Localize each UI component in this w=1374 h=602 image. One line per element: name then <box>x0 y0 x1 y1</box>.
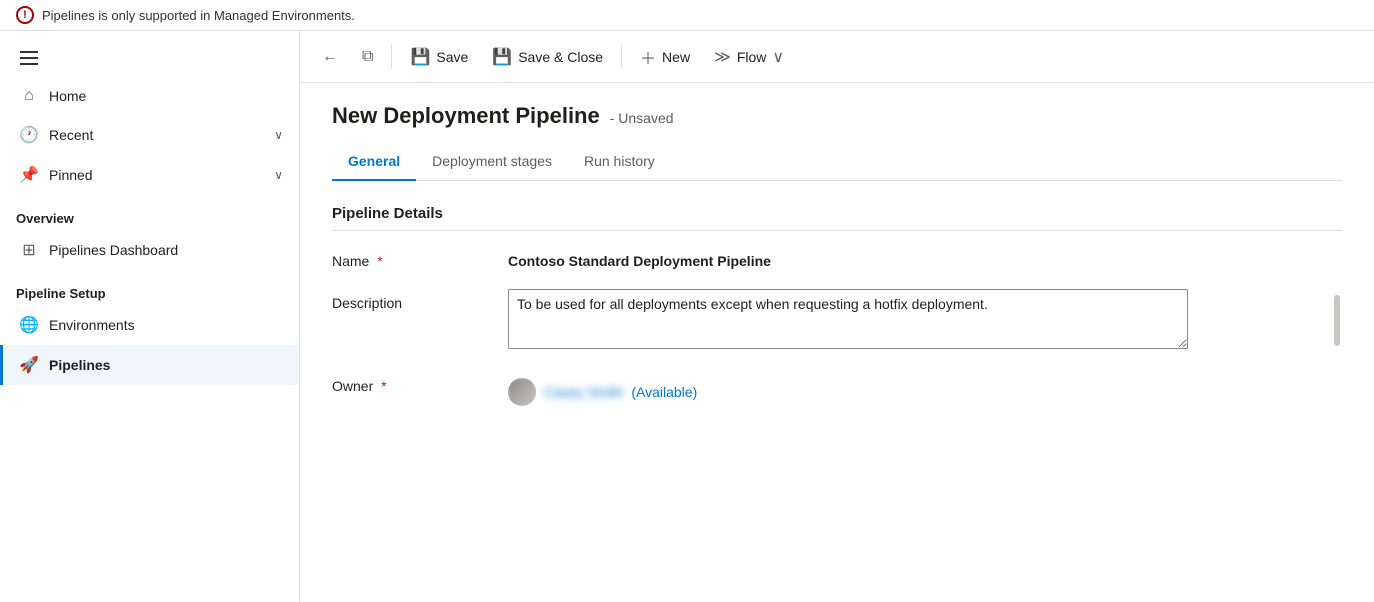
sidebar-header <box>0 31 299 77</box>
toolbar-separator-2 <box>621 45 622 69</box>
description-textarea-wrapper <box>508 289 1342 352</box>
hamburger-button[interactable] <box>16 47 42 69</box>
sidebar: ⌂ Home 🕐 Recent ∨ 📌 Pinned ∨ Overview ⊞ … <box>0 31 300 602</box>
section-pipeline-setup-label: Pipeline Setup <box>0 270 299 305</box>
recent-icon: 🕐 <box>19 125 39 145</box>
owner-row: Owner * Casey Smith (Available) <box>332 372 1342 406</box>
description-textarea[interactable] <box>508 289 1188 349</box>
page-title-row: New Deployment Pipeline - Unsaved <box>332 103 1342 129</box>
name-row: Name * Contoso Standard Deployment Pipel… <box>332 247 1342 269</box>
page-content: New Deployment Pipeline - Unsaved Genera… <box>300 83 1374 602</box>
flow-button[interactable]: ≫ Flow ∨ <box>704 41 794 73</box>
save-close-label: Save & Close <box>518 49 603 65</box>
flow-label: Flow <box>737 49 767 65</box>
sidebar-item-pinned[interactable]: 📌 Pinned ∨ <box>0 155 299 195</box>
owner-value: Casey Smith (Available) <box>508 372 697 406</box>
popout-icon: ⧉ <box>362 48 373 66</box>
dashboard-icon: ⊞ <box>19 240 39 260</box>
warning-banner: ! Pipelines is only supported in Managed… <box>0 0 1374 31</box>
save-close-button[interactable]: 💾 Save & Close <box>482 41 613 73</box>
name-value: Contoso Standard Deployment Pipeline <box>508 247 1342 269</box>
section-overview-label: Overview <box>0 195 299 230</box>
popout-button[interactable]: ⧉ <box>352 42 383 72</box>
main-layout: ⌂ Home 🕐 Recent ∨ 📌 Pinned ∨ Overview ⊞ … <box>0 31 1374 602</box>
scrollbar[interactable] <box>1334 295 1340 346</box>
owner-status: (Available) <box>631 384 697 400</box>
back-icon: ← <box>322 48 338 66</box>
globe-icon: 🌐 <box>19 315 39 335</box>
pipeline-details-title: Pipeline Details <box>332 205 1342 231</box>
new-button[interactable]: ＋ New <box>630 39 700 75</box>
home-icon: ⌂ <box>19 87 39 105</box>
chevron-down-icon: ∨ <box>772 47 784 67</box>
sidebar-item-environments[interactable]: 🌐 Environments <box>0 305 299 345</box>
tab-deployment-stages[interactable]: Deployment stages <box>416 145 568 181</box>
toolbar-separator <box>391 45 392 69</box>
owner-label: Owner * <box>332 372 492 394</box>
save-icon: 💾 <box>410 47 430 67</box>
sidebar-item-pipelines-dashboard[interactable]: ⊞ Pipelines Dashboard <box>0 230 299 270</box>
description-row: Description <box>332 289 1342 352</box>
warning-icon: ! <box>16 6 34 24</box>
page-subtitle: - Unsaved <box>610 110 674 126</box>
sidebar-item-label: Pinned <box>49 167 264 183</box>
back-button[interactable]: ← <box>312 42 348 72</box>
name-label: Name * <box>332 247 492 269</box>
avatar <box>508 378 536 406</box>
required-indicator: * <box>377 253 382 269</box>
required-indicator: * <box>381 378 386 394</box>
tabs: General Deployment stages Run history <box>332 145 1342 181</box>
warning-text: Pipelines is only supported in Managed E… <box>42 8 355 23</box>
sidebar-item-label: Home <box>49 88 283 104</box>
sidebar-item-label: Recent <box>49 127 264 143</box>
page-title: New Deployment Pipeline <box>332 103 600 129</box>
flow-icon: ≫ <box>714 47 731 67</box>
sidebar-item-recent[interactable]: 🕐 Recent ∨ <box>0 115 299 155</box>
page-header: New Deployment Pipeline - Unsaved Genera… <box>300 83 1374 181</box>
rocket-icon: 🚀 <box>19 355 39 375</box>
save-label: Save <box>436 49 468 65</box>
description-label: Description <box>332 289 492 311</box>
sidebar-item-label: Pipelines <box>49 357 283 373</box>
owner-name: Casey Smith <box>544 384 623 400</box>
new-label: New <box>662 49 690 65</box>
toolbar: ← ⧉ 💾 Save 💾 Save & Close ＋ New ≫ Flow <box>300 31 1374 83</box>
chevron-down-icon: ∨ <box>274 168 283 182</box>
plus-icon: ＋ <box>640 45 656 69</box>
content-area: ← ⧉ 💾 Save 💾 Save & Close ＋ New ≫ Flow <box>300 31 1374 602</box>
chevron-down-icon: ∨ <box>274 128 283 142</box>
save-button[interactable]: 💾 Save <box>400 41 478 73</box>
tab-general[interactable]: General <box>332 145 416 181</box>
sidebar-item-label: Pipelines Dashboard <box>49 242 283 258</box>
sidebar-item-label: Environments <box>49 317 283 333</box>
form-content: Pipeline Details Name * Contoso Standard… <box>300 181 1374 450</box>
sidebar-item-home[interactable]: ⌂ Home <box>0 77 299 115</box>
sidebar-item-pipelines[interactable]: 🚀 Pipelines <box>0 345 299 385</box>
save-close-icon: 💾 <box>492 47 512 67</box>
tab-run-history[interactable]: Run history <box>568 145 671 181</box>
pin-icon: 📌 <box>19 165 39 185</box>
